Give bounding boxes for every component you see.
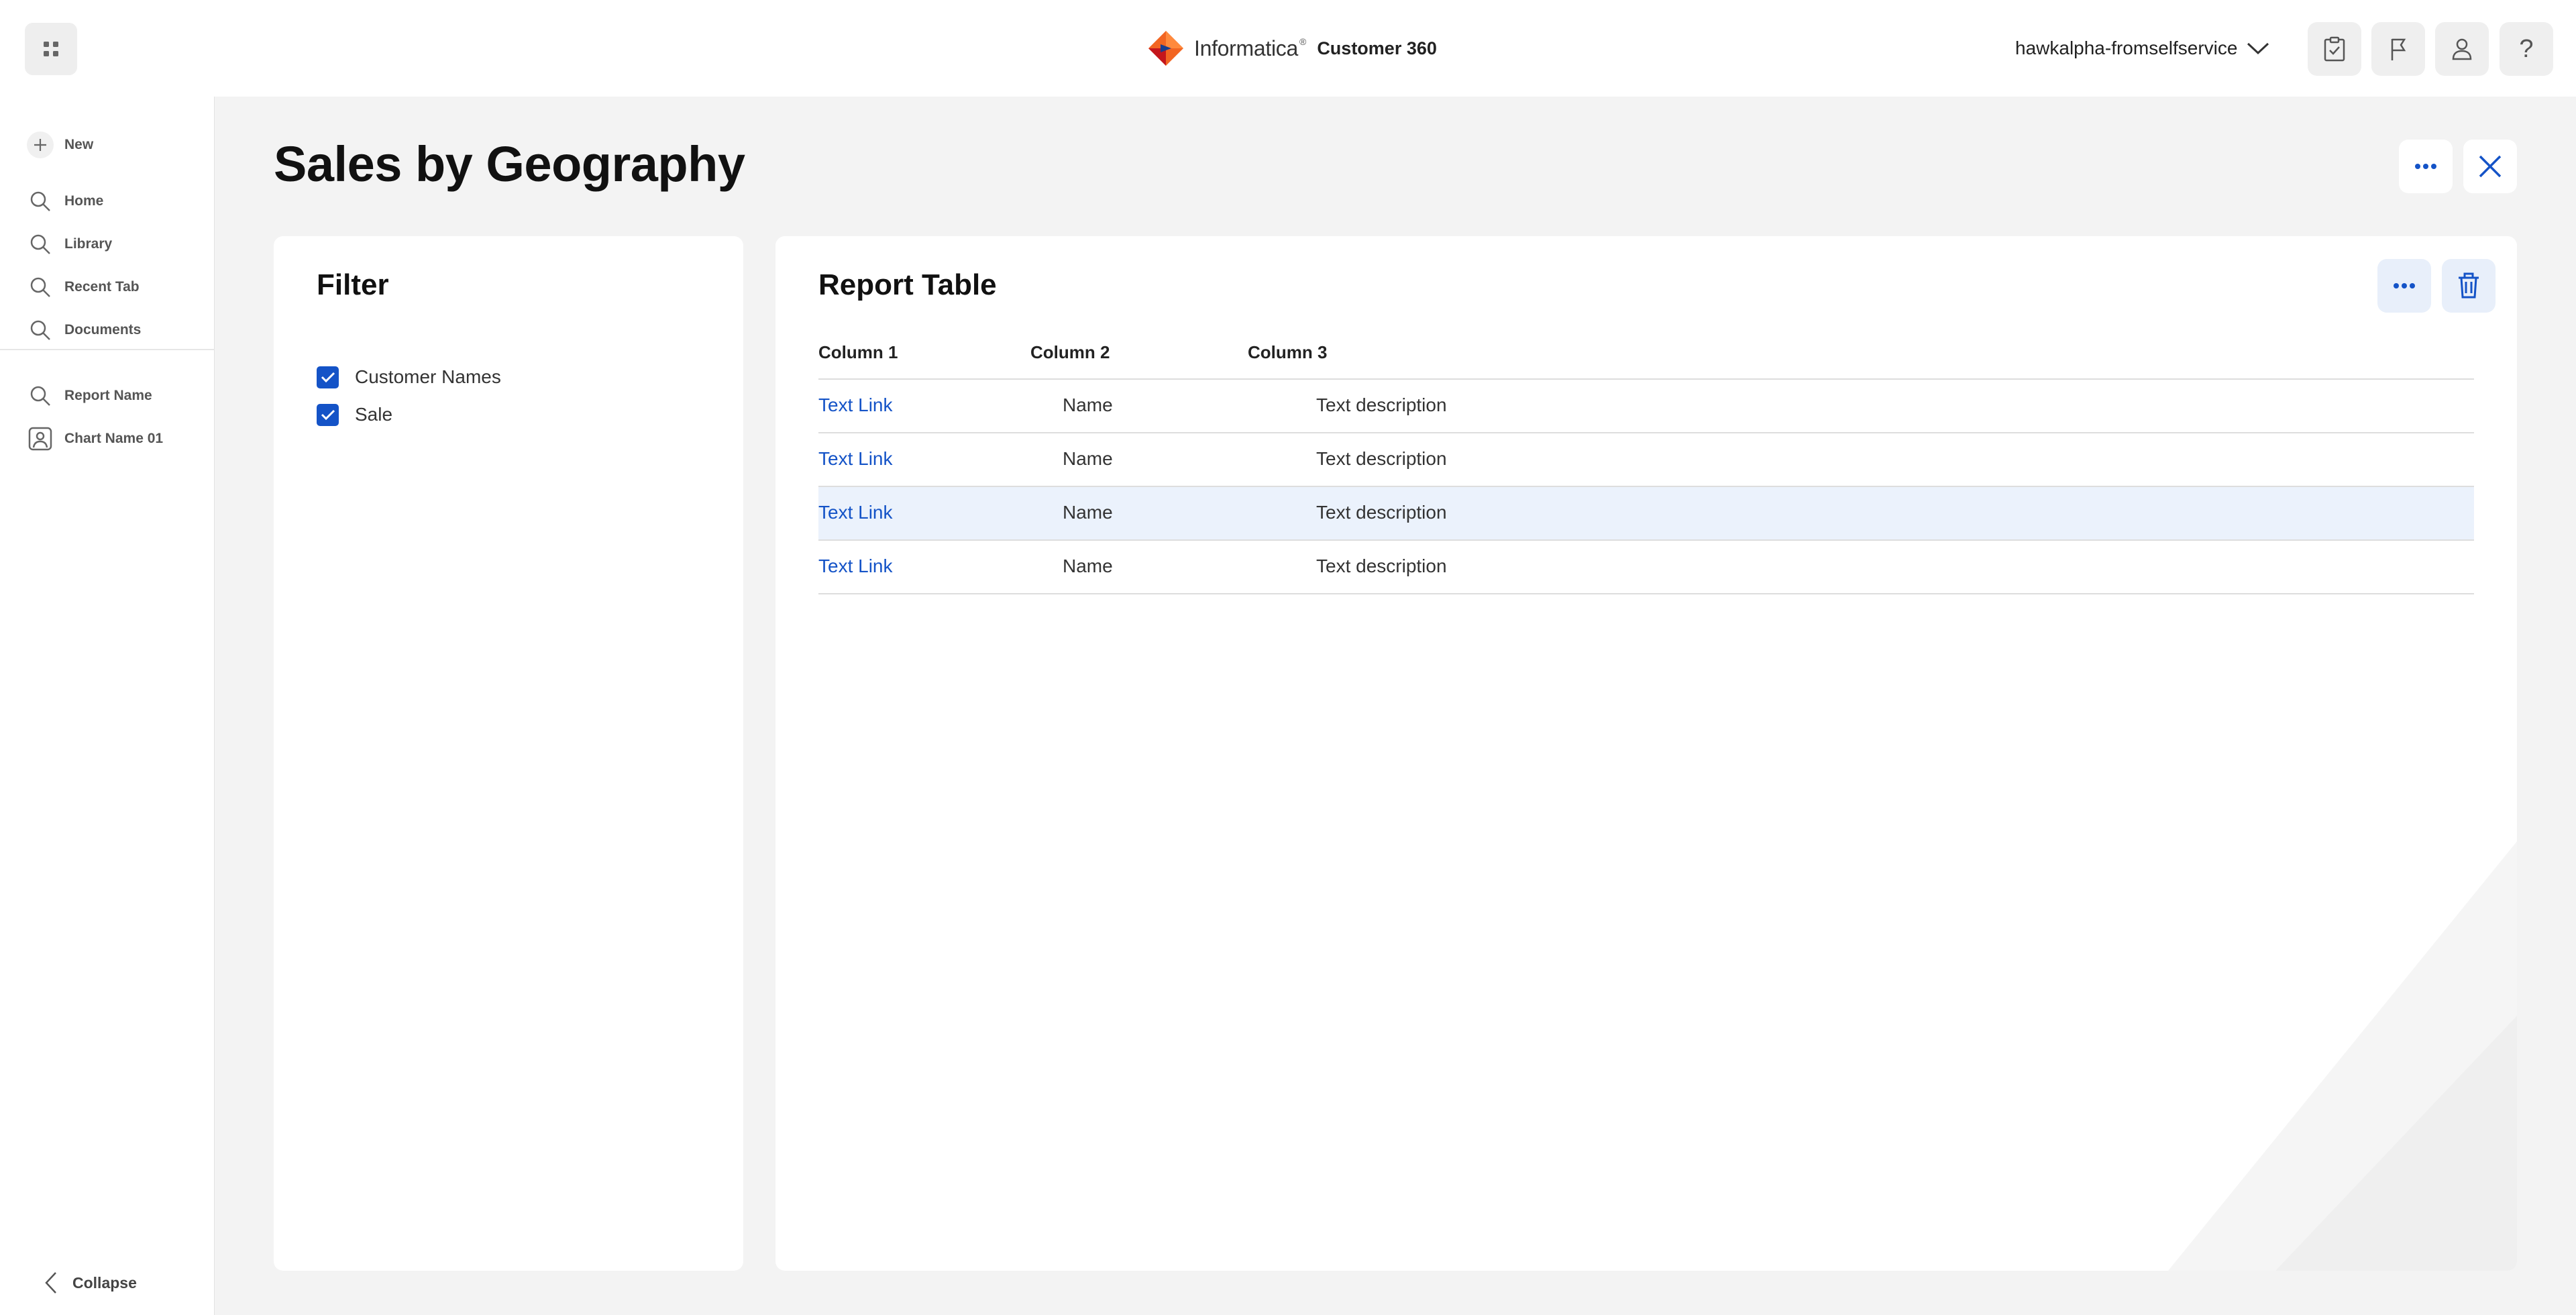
chevron-down-icon bbox=[2247, 42, 2269, 55]
user-profile-button[interactable] bbox=[2435, 22, 2489, 76]
row-name-cell: Name bbox=[1063, 556, 1113, 576]
collapse-sidebar-button[interactable]: Collapse bbox=[44, 1268, 137, 1298]
filter-option-label: Customer Names bbox=[355, 366, 501, 387]
user-card-icon bbox=[27, 425, 54, 452]
trash-icon bbox=[2459, 272, 2479, 299]
sidebar-item-label: Chart Name 01 bbox=[64, 431, 164, 446]
row-link[interactable]: Text Link bbox=[818, 502, 893, 523]
sidebar-item-chart-name[interactable]: Chart Name 01 bbox=[27, 424, 163, 454]
filter-option-customer-names[interactable]: Customer Names bbox=[317, 365, 501, 389]
filter-option-label: Sale bbox=[355, 404, 393, 425]
sidebar-item-documents[interactable]: Documents bbox=[27, 315, 141, 345]
org-switcher[interactable]: hawkalpha-fromselfservice bbox=[2015, 34, 2269, 63]
checkmark-icon bbox=[321, 372, 335, 383]
report-title: Report Table bbox=[818, 268, 997, 301]
more-options-button[interactable] bbox=[2399, 140, 2453, 193]
sidebar-item-report-name[interactable]: Report Name bbox=[27, 381, 152, 411]
user-icon bbox=[2452, 38, 2472, 60]
row-link[interactable]: Text Link bbox=[818, 394, 893, 416]
apps-grid-icon bbox=[44, 42, 58, 56]
sidebar-item-label: Recent Tab bbox=[64, 279, 140, 295]
sidebar: New Home Library Recent Tab Documents Re… bbox=[0, 97, 215, 1315]
informatica-logo-icon bbox=[1148, 31, 1183, 66]
column-header[interactable]: Column 2 bbox=[1030, 342, 1110, 363]
help-icon: ? bbox=[2519, 34, 2534, 63]
row-link[interactable]: Text Link bbox=[818, 448, 893, 470]
checkbox[interactable] bbox=[317, 403, 339, 426]
plus-icon bbox=[27, 132, 54, 158]
column-header[interactable]: Column 1 bbox=[818, 342, 898, 363]
filter-option-sale[interactable]: Sale bbox=[317, 403, 392, 427]
sidebar-item-label: Documents bbox=[64, 322, 142, 337]
search-icon bbox=[27, 317, 54, 344]
sidebar-item-label: Report Name bbox=[64, 388, 152, 403]
checkbox[interactable] bbox=[317, 366, 339, 388]
sidebar-divider bbox=[0, 349, 215, 350]
close-icon bbox=[2479, 155, 2502, 178]
row-description-cell: Text description bbox=[1316, 394, 1447, 415]
close-button[interactable] bbox=[2463, 140, 2517, 193]
search-icon bbox=[27, 274, 54, 301]
new-label: New bbox=[64, 137, 94, 152]
sidebar-item-library[interactable]: Library bbox=[27, 229, 112, 259]
table-header: Column 1 Column 2 Column 3 bbox=[818, 337, 2474, 380]
table-row[interactable]: Text Link Name Text description bbox=[818, 541, 2474, 594]
row-link[interactable]: Text Link bbox=[818, 556, 893, 577]
help-button[interactable]: ? bbox=[2500, 22, 2553, 76]
report-panel: Report Table Column 1 Column 2 Column 3 … bbox=[775, 236, 2517, 1271]
checklist-icon bbox=[2324, 36, 2345, 62]
delete-report-button[interactable] bbox=[2442, 259, 2496, 313]
new-button[interactable]: New bbox=[27, 130, 93, 160]
column-header[interactable]: Column 3 bbox=[1248, 342, 1327, 363]
row-name-cell: Name bbox=[1063, 448, 1113, 469]
table-row[interactable]: Text Link Name Text description bbox=[818, 380, 2474, 433]
page-title: Sales by Geography bbox=[274, 136, 745, 192]
more-horizontal-icon bbox=[2415, 164, 2436, 169]
filter-title: Filter bbox=[317, 268, 389, 301]
filter-panel: Filter Customer Names Sale bbox=[274, 236, 743, 1271]
report-more-options-button[interactable] bbox=[2377, 259, 2431, 313]
row-description-cell: Text description bbox=[1316, 556, 1447, 576]
sidebar-item-label: Library bbox=[64, 236, 113, 252]
row-description-cell: Text description bbox=[1316, 502, 1447, 523]
collapse-label: Collapse bbox=[72, 1273, 137, 1292]
report-table: Column 1 Column 2 Column 3 Text Link Nam… bbox=[818, 337, 2474, 594]
row-name-cell: Name bbox=[1063, 502, 1113, 523]
app-switcher-button[interactable] bbox=[25, 23, 77, 75]
row-description-cell: Text description bbox=[1316, 448, 1447, 469]
more-horizontal-icon bbox=[2394, 283, 2415, 288]
search-icon bbox=[27, 188, 54, 215]
table-row[interactable]: Text Link Name Text description bbox=[818, 433, 2474, 487]
search-icon bbox=[27, 231, 54, 258]
table-row-highlighted[interactable]: Text Link Name Text description bbox=[818, 487, 2474, 541]
flag-button[interactable] bbox=[2371, 22, 2425, 76]
org-name: hawkalpha-fromselfservice bbox=[2015, 38, 2238, 58]
background-decoration bbox=[2168, 841, 2517, 1271]
sidebar-item-home[interactable]: Home bbox=[27, 187, 103, 216]
brand-trademark: ® bbox=[1299, 36, 1307, 47]
product-name: Customer 360 bbox=[1317, 38, 1437, 58]
sidebar-item-recent-tab[interactable]: Recent Tab bbox=[27, 272, 140, 302]
tasks-button[interactable] bbox=[2308, 22, 2361, 76]
flag-icon bbox=[2391, 38, 2406, 60]
checkmark-icon bbox=[321, 409, 335, 421]
chevron-left-icon bbox=[45, 1272, 56, 1294]
brand-name: Informatica bbox=[1194, 36, 1298, 60]
row-name-cell: Name bbox=[1063, 394, 1113, 415]
brand: Informatica ® Customer 360 bbox=[1147, 30, 1437, 67]
top-header: Informatica ® Customer 360 hawkalpha-fro… bbox=[0, 0, 2576, 97]
sidebar-item-label: Home bbox=[64, 193, 104, 209]
search-icon bbox=[27, 382, 54, 409]
